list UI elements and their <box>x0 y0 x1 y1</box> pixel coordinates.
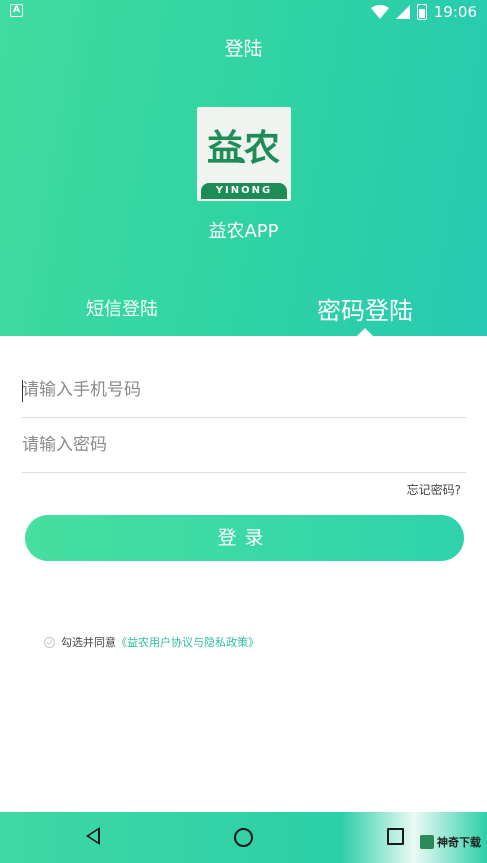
status-bar: A 19:06 <box>0 0 487 24</box>
phone-input[interactable] <box>22 363 466 417</box>
status-time: 19:06 <box>433 3 477 21</box>
logo-text: 益农 <box>206 127 281 169</box>
forgot-password-link[interactable]: 忘记密码? <box>407 481 461 498</box>
app-logo: 益农 YINONG <box>197 107 291 201</box>
password-input[interactable] <box>22 418 466 472</box>
tab-password-login[interactable]: 密码登陆 <box>317 291 413 326</box>
agreement-prefix: 勾选并同意 <box>61 636 116 649</box>
active-tab-indicator <box>357 328 373 336</box>
app-notification-icon: A <box>10 4 23 17</box>
watermark-text: 神奇下载 <box>437 836 481 849</box>
header-banner: A 19:06 登陆 益农 YINONG 益农APP 短信登陆 密码登陆 <box>0 0 487 336</box>
watermark: 神奇下载 <box>420 834 481 850</box>
tab-sms-login[interactable]: 短信登陆 <box>86 295 158 321</box>
phone-field[interactable] <box>22 363 466 418</box>
agree-checkbox-icon[interactable] <box>44 636 55 648</box>
back-icon[interactable] <box>86 827 100 845</box>
page-title: 登陆 <box>224 38 263 60</box>
logo-subtext: YINONG <box>201 183 287 199</box>
login-button[interactable]: 登录 <box>25 515 464 561</box>
agreement-row: 勾选并同意 《益农用户协议与隐私政策》 <box>44 634 259 650</box>
app-name: 益农APP <box>208 221 279 242</box>
battery-icon <box>416 4 427 20</box>
recent-apps-icon[interactable] <box>387 828 404 845</box>
agreement-link[interactable]: 《益农用户协议与隐私政策》 <box>116 634 259 650</box>
password-field[interactable] <box>22 418 466 473</box>
navigation-bar <box>0 812 487 863</box>
signal-icon <box>395 5 410 19</box>
watermark-icon <box>420 835 434 849</box>
text-cursor <box>22 380 23 402</box>
wifi-icon <box>370 5 389 19</box>
home-icon[interactable] <box>234 828 253 847</box>
status-icons: 19:06 <box>370 1 477 23</box>
